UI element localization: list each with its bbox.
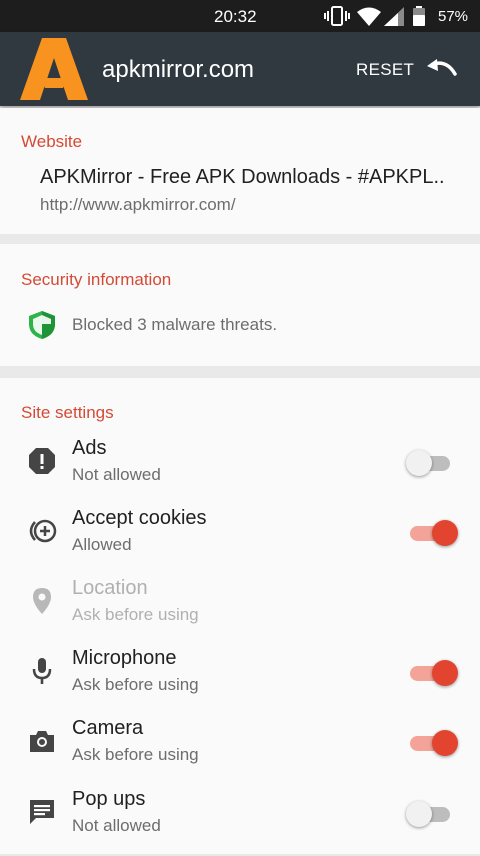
toolbar: apkmirror.com RESET (0, 32, 480, 106)
setting-name: Accept cookies (72, 507, 207, 529)
vibrate-icon (324, 6, 350, 26)
reset-button[interactable]: RESET (356, 60, 414, 80)
ads-toggle[interactable] (406, 450, 454, 476)
site-settings-card: Site settings Ads Not allowed Accept coo… (0, 378, 480, 854)
setting-status: Ask before using (72, 605, 199, 624)
battery-percent: 57% (438, 8, 469, 25)
security-section-title: Security information (21, 270, 172, 289)
undo-icon[interactable] (425, 58, 459, 82)
setting-name: Pop ups (72, 788, 146, 810)
camera-icon (26, 725, 58, 757)
setting-row-cookies[interactable]: Accept cookies Allowed (0, 505, 480, 575)
setting-name: Location (72, 577, 148, 599)
site-domain: apkmirror.com (102, 56, 255, 83)
cookie-icon (26, 515, 58, 547)
battery-icon (413, 6, 425, 26)
shield-icon (29, 311, 55, 339)
website-card: Website APKMirror - Free APK Downloads -… (0, 108, 480, 234)
cookies-toggle[interactable] (406, 520, 458, 546)
setting-row-popups[interactable]: Pop ups Not allowed (0, 786, 480, 856)
setting-status: Not allowed (72, 465, 161, 484)
setting-name: Microphone (72, 647, 177, 669)
wifi-icon (357, 7, 381, 26)
setting-name: Ads (72, 437, 107, 459)
setting-row-camera[interactable]: Camera Ask before using (0, 715, 480, 785)
status-time: 20:32 (214, 7, 257, 26)
popups-toggle[interactable] (406, 801, 454, 827)
setting-status: Ask before using (72, 745, 199, 764)
setting-status: Not allowed (72, 816, 161, 835)
alert-icon (26, 445, 58, 477)
microphone-toggle[interactable] (406, 660, 458, 686)
message-icon (26, 796, 58, 828)
website-section-title: Website (21, 132, 83, 151)
setting-row-microphone[interactable]: Microphone Ask before using (0, 645, 480, 715)
apkmirror-logo (20, 38, 88, 100)
setting-status: Allowed (72, 535, 132, 554)
site-settings-section-title: Site settings (21, 403, 114, 422)
security-card: Security information Blocked 3 malware t… (0, 244, 480, 366)
setting-status: Ask before using (72, 675, 199, 694)
signal-icon (384, 7, 404, 26)
status-bar: 20:32 57% (0, 0, 480, 32)
site-url: http://www.apkmirror.com/ (40, 195, 236, 214)
location-pin-icon (26, 585, 58, 617)
setting-row-ads[interactable]: Ads Not allowed (0, 435, 480, 505)
site-title: APKMirror - Free APK Downloads - #APKPL.… (40, 166, 445, 188)
camera-toggle[interactable] (406, 730, 458, 756)
setting-name: Camera (72, 717, 144, 739)
setting-row-location[interactable]: Location Ask before using (0, 575, 480, 645)
security-status-text: Blocked 3 malware threats. (72, 315, 278, 334)
microphone-icon (26, 655, 58, 687)
